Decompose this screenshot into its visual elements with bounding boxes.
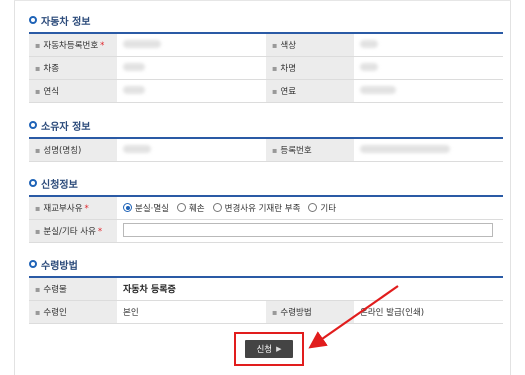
value-vehicle-type xyxy=(117,56,266,80)
radio-label: 기타 xyxy=(320,203,337,214)
label-color: 색상 xyxy=(280,40,297,51)
circle-bullet-icon xyxy=(29,179,37,187)
section-title-text: 소유자 정보 xyxy=(41,121,91,133)
table-row: ▪ 자동차등록번호 * ▪ 색상 xyxy=(29,33,503,57)
label-cell: ▪ 수령물 xyxy=(29,277,117,301)
label-registration-number: 자동차등록번호 xyxy=(43,40,99,51)
label-cell: ▪ 연식 xyxy=(29,79,117,103)
chevron-right-icon: ▶ xyxy=(276,345,282,353)
label-vehicle-type: 차종 xyxy=(43,63,60,74)
value-receipt-method: 온라인 발급(인쇄) xyxy=(354,300,503,324)
label-lost-other-reason: 분실/기타 사유 xyxy=(43,226,96,237)
label-cell: ▪ 차명 xyxy=(266,56,354,80)
table-row: ▪ 수령인 본인 ▪ 수령방법 온라인 발급(인쇄) xyxy=(29,300,503,324)
radio-lost[interactable]: 분실·멸실 xyxy=(123,202,169,214)
value-vehicle-name xyxy=(354,56,503,80)
label-cell: ▪ 수령방법 xyxy=(266,300,354,324)
radio-label: 분실·멸실 xyxy=(135,203,169,214)
receipt-info-table: ▪ 수령물 자동차 등록증 ▪ 수령인 본인 ▪ 수령방법 온라인 발급(인쇄) xyxy=(29,276,503,324)
radio-unchecked-icon[interactable] xyxy=(176,203,186,213)
reissue-reason-options: 분실·멸실 훼손 변경사유 기재란 부족 기타 xyxy=(117,196,503,220)
reason-input[interactable] xyxy=(123,223,493,238)
radio-label: 변경사유 기재란 부족 xyxy=(224,203,301,214)
label-receiver: 수령인 xyxy=(43,307,67,318)
label-cell: ▪ 자동차등록번호 * xyxy=(29,33,117,57)
section-title-text: 신청정보 xyxy=(41,179,78,191)
label-cell: ▪ 성명(명칭) xyxy=(29,138,117,162)
value-registration-number xyxy=(117,33,266,57)
apply-button-label: 신청 xyxy=(256,345,273,355)
label-owner-reg-number: 등록번호 xyxy=(280,145,312,156)
label-cell: ▪ 수령인 xyxy=(29,300,117,324)
radio-unchecked-icon[interactable] xyxy=(308,203,318,213)
circle-bullet-icon xyxy=(29,121,37,129)
label-cell: ▪ 등록번호 xyxy=(266,138,354,162)
label-cell: ▪ 연료 xyxy=(266,79,354,103)
value-receipt-item: 자동차 등록증 xyxy=(117,277,503,301)
section-title-owner: 소유자 정보 xyxy=(29,118,91,133)
radio-checked-icon[interactable] xyxy=(123,203,132,213)
label-receipt-method: 수령방법 xyxy=(280,307,312,318)
value-lost-other-reason xyxy=(117,219,503,243)
label-receipt-item: 수령물 xyxy=(43,284,67,295)
owner-info-table: ▪ 성명(명칭) ▪ 등록번호 xyxy=(29,137,503,162)
radio-other[interactable]: 기타 xyxy=(308,202,336,214)
label-owner-name: 성명(명칭) xyxy=(43,145,82,156)
label-model-year: 연식 xyxy=(43,86,60,97)
radio-unchecked-icon[interactable] xyxy=(212,203,222,213)
circle-bullet-icon xyxy=(29,16,37,24)
circle-bullet-icon xyxy=(29,260,37,268)
section-title-vehicle: 자동차 정보 xyxy=(29,13,91,28)
table-row: ▪ 분실/기타 사유 * xyxy=(29,219,503,243)
label-vehicle-name: 차명 xyxy=(280,63,297,74)
radio-insufficient-space[interactable]: 변경사유 기재란 부족 xyxy=(212,202,301,214)
value-color xyxy=(354,33,503,57)
label-reissue-reason: 재교부사유 xyxy=(43,203,83,214)
table-row: ▪ 재교부사유 * 분실·멸실 훼손 변경사유 기재란 부족 기타 xyxy=(29,196,503,220)
table-row: ▪ 수령물 자동차 등록증 xyxy=(29,277,503,301)
section-title-text: 자동차 정보 xyxy=(41,16,91,28)
radio-damaged[interactable]: 훼손 xyxy=(176,202,205,214)
request-info-table: ▪ 재교부사유 * 분실·멸실 훼손 변경사유 기재란 부족 기타 ▪ 분실/기타 사… xyxy=(29,195,503,243)
section-title-receipt: 수령방법 xyxy=(29,257,78,272)
table-row: ▪ 차종 ▪ 차명 xyxy=(29,56,503,80)
label-fuel: 연료 xyxy=(280,86,297,97)
label-cell: ▪ 분실/기타 사유 * xyxy=(29,219,117,243)
vehicle-info-table: ▪ 자동차등록번호 * ▪ 색상 ▪ 차종 ▪ 차명 ▪ 연식 ▪ 연료 xyxy=(29,32,503,103)
apply-button[interactable]: 신청 ▶ xyxy=(245,340,293,358)
radio-label: 훼손 xyxy=(188,203,205,214)
value-owner-reg-number xyxy=(354,138,503,162)
table-row: ▪ 연식 ▪ 연료 xyxy=(29,79,503,103)
value-fuel xyxy=(354,79,503,103)
value-owner-name xyxy=(117,138,266,162)
value-receiver: 본인 xyxy=(117,300,266,324)
value-model-year xyxy=(117,79,266,103)
top-divider xyxy=(14,0,511,1)
label-cell: ▪ 재교부사유 * xyxy=(29,196,117,220)
section-title-request: 신청정보 xyxy=(29,176,78,191)
section-title-text: 수령방법 xyxy=(41,260,78,272)
table-row: ▪ 성명(명칭) ▪ 등록번호 xyxy=(29,138,503,162)
label-cell: ▪ 색상 xyxy=(266,33,354,57)
label-cell: ▪ 차종 xyxy=(29,56,117,80)
apply-button-highlight: 신청 ▶ xyxy=(234,332,304,366)
